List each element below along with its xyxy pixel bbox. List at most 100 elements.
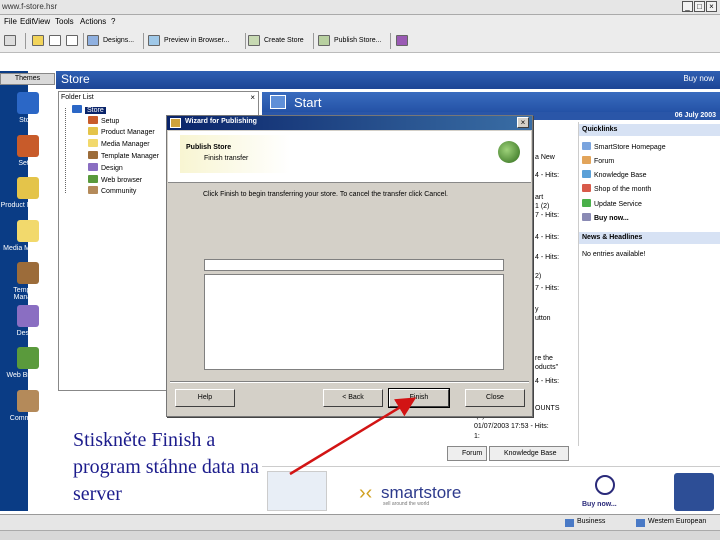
tree-connector	[65, 108, 66, 193]
quicklink-homepage[interactable]: SmartStore Homepage	[582, 142, 666, 151]
dialog-close-icon[interactable]: ×	[517, 117, 529, 128]
status-bar: Business Western European	[0, 514, 720, 530]
themes-tab[interactable]: Themes	[0, 73, 55, 85]
tree-item-store[interactable]: Store	[72, 105, 106, 114]
view-icon[interactable]	[49, 33, 61, 48]
minimize-button[interactable]: _	[682, 1, 693, 12]
news-snippet: OUNTS	[535, 405, 560, 412]
quicklink-forum[interactable]: Forum	[582, 156, 614, 165]
quicklink-buy-now[interactable]: Buy now...	[582, 213, 629, 222]
close-window-button[interactable]: ×	[706, 1, 717, 12]
menu-help[interactable]: ?	[111, 17, 115, 26]
toolbar-separator	[25, 33, 26, 49]
wizard-icon	[170, 118, 181, 128]
dialog-header-subtitle: Finish transfer	[204, 155, 249, 162]
extra-icon[interactable]	[396, 33, 408, 48]
tab-knowledge-base[interactable]: Knowledge Base	[489, 446, 569, 461]
finish-button[interactable]: Finish	[388, 388, 450, 408]
news-snippet: 4 - Hits:	[535, 172, 560, 179]
toolbar-separator	[83, 33, 84, 49]
menu-file[interactable]: File	[4, 17, 17, 26]
nav-community[interactable]: Community	[0, 390, 55, 422]
caption-line: program stáhne data na	[73, 456, 260, 478]
setup-icon	[16, 135, 39, 157]
web-browser-icon	[16, 347, 39, 369]
nav-product-manager[interactable]: Product Manager	[0, 177, 55, 209]
news-empty-text: No entries available!	[582, 251, 646, 258]
nav-design-label: Design	[16, 330, 39, 337]
quicklink-label: Forum	[594, 158, 615, 165]
preview-button[interactable]: Preview in Browser...	[148, 33, 229, 48]
banner-buy-now[interactable]: Buy now...	[582, 501, 617, 508]
nav-setup[interactable]: Setup	[0, 135, 55, 167]
quicklink-knowledge-base[interactable]: Knowledge Base	[582, 170, 647, 179]
window-title: www.f-store.hsr	[2, 2, 58, 11]
quicklink-update-service[interactable]: Update Service	[582, 199, 642, 208]
toolbar-grid-icon[interactable]	[4, 33, 16, 48]
tab-forum[interactable]: Forum	[447, 446, 487, 461]
menu-tools[interactable]: Tools	[55, 17, 74, 26]
quicklink-label: SmartStore Homepage	[594, 144, 666, 151]
home-icon	[582, 142, 591, 150]
publish-wizard-dialog: Wizard for Publishing × Publish Store Fi…	[166, 115, 533, 417]
toolbar-separator	[390, 33, 391, 49]
folder-icon[interactable]	[32, 33, 44, 48]
community-icon	[16, 390, 39, 412]
tree-item-product-manager[interactable]: Product Manager	[88, 127, 155, 136]
folder-list-close-icon[interactable]: ×	[250, 93, 255, 102]
back-button[interactable]: < Back	[323, 389, 383, 407]
nav-design[interactable]: Design	[0, 305, 55, 337]
quicklink-label: Update Service	[594, 201, 642, 208]
tree-item-community[interactable]: Community	[88, 186, 136, 195]
nav-template-manager[interactable]: Template Manager	[0, 262, 55, 301]
start-title: Start	[294, 95, 322, 110]
nav-web-browser[interactable]: Web Browser	[0, 347, 55, 379]
smartstore-logo: ›‹ smartstore sell around the world	[359, 482, 461, 507]
tree-item-label: Design	[101, 165, 123, 172]
publish-store-button[interactable]: Publish Store...	[318, 33, 381, 48]
tree-item-setup[interactable]: Setup	[88, 116, 119, 125]
maximize-button[interactable]: □	[694, 1, 705, 12]
transfer-log[interactable]	[204, 274, 504, 370]
tab-knowledge-base-label: Knowledge Base	[504, 450, 557, 457]
quicklink-shop-of-month[interactable]: Shop of the month	[582, 184, 651, 193]
smiley-icon	[595, 475, 615, 495]
status-business: Business	[565, 518, 605, 527]
menu-view[interactable]: View	[33, 17, 50, 26]
preview-icon	[148, 35, 160, 46]
news-snippet: 1:	[474, 433, 480, 440]
buy-now-link[interactable]: Buy now	[683, 74, 714, 83]
menu-edit[interactable]: Edit	[20, 17, 34, 26]
toolbar-separator	[313, 33, 314, 49]
caption-line: server	[73, 483, 122, 505]
tree-item-web-browser[interactable]: Web browser	[88, 175, 142, 184]
home-icon	[270, 95, 286, 109]
tree-item-template-manager[interactable]: Template Manager	[88, 151, 159, 160]
store-icon	[16, 92, 39, 114]
nav-media-manager[interactable]: Media Manager	[0, 220, 55, 252]
news-headlines-header: News & Headlines	[579, 232, 720, 244]
create-store-button[interactable]: Create Store	[248, 33, 304, 48]
nav-store[interactable]: Store	[0, 92, 55, 124]
dialog-close-button[interactable]: Close	[465, 389, 525, 407]
web-tree-icon	[88, 175, 98, 183]
tree-item-media-manager[interactable]: Media Manager	[88, 139, 150, 148]
layout-icon[interactable]	[66, 33, 78, 48]
designs-button[interactable]: Designs...	[87, 33, 134, 48]
media-tree-icon	[88, 139, 98, 147]
menu-bar: File Edit View Tools Actions ?	[0, 15, 720, 29]
logo-tagline: sell around the world	[383, 501, 429, 507]
news-snippet: 2)	[535, 273, 542, 280]
create-store-label: Create Store	[264, 37, 304, 44]
transfer-progress-bar	[204, 259, 504, 271]
title-bar: www.f-store.hsr _ □ ×	[0, 0, 720, 15]
update-icon	[582, 199, 591, 207]
help-button[interactable]: Help	[175, 389, 235, 407]
dialog-title-bar: Wizard for Publishing ×	[167, 116, 532, 130]
news-snippet: 7 - Hits:	[535, 285, 560, 292]
forum-icon	[582, 156, 591, 164]
tree-item-design[interactable]: Design	[88, 163, 123, 172]
status-locale: Western European	[636, 518, 706, 527]
store-header: Store Buy now	[56, 71, 720, 89]
menu-actions[interactable]: Actions	[80, 17, 106, 26]
